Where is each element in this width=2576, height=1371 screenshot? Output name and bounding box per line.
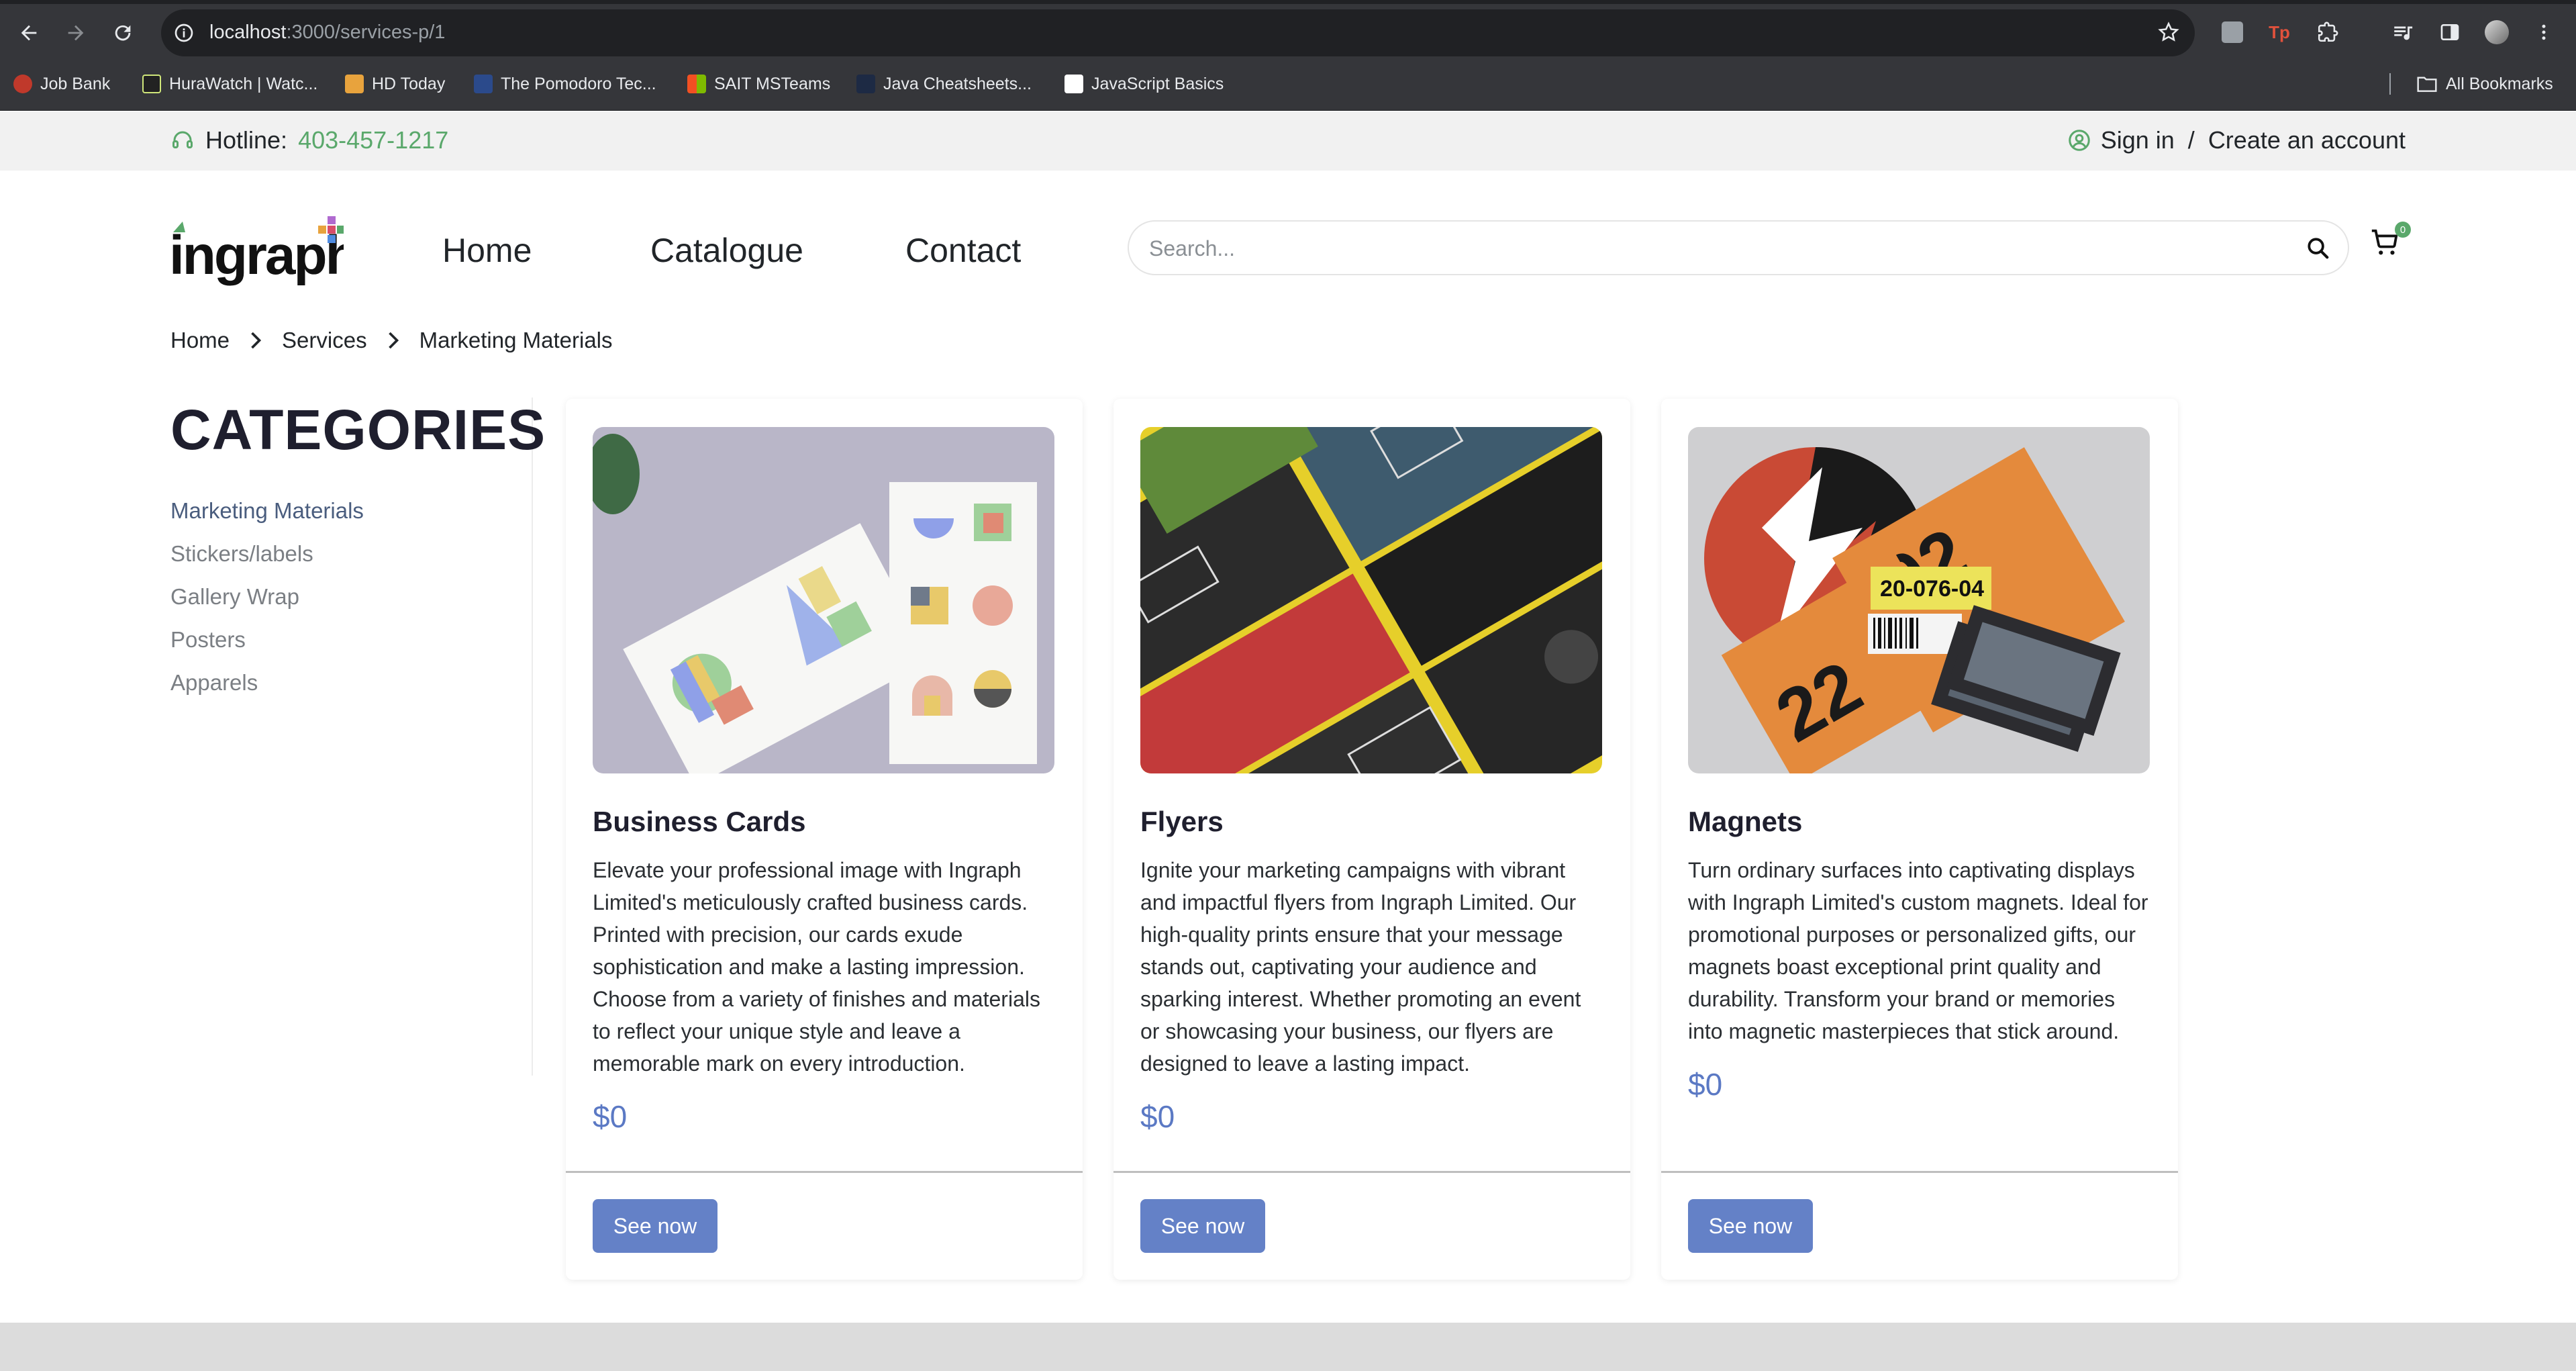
url-text: localhost:3000/services-p/1 [209, 21, 446, 43]
card-price: $0 [1140, 1099, 1175, 1134]
extension-icon-2[interactable]: Tp [2266, 19, 2293, 46]
address-bar[interactable]: localhost:3000/services-p/1 [161, 9, 2195, 56]
card-divider [1661, 1171, 2178, 1173]
back-button[interactable] [12, 16, 46, 50]
breadcrumb: Home Services Marketing Materials [170, 328, 613, 353]
top-info-bar: Hotline: 403-457-1217 Sign in / Create a… [0, 111, 2576, 171]
search-icon[interactable] [2305, 235, 2330, 264]
cart-button[interactable]: 0 [2369, 222, 2411, 267]
magnet-label-text: 20-076-04 [1880, 576, 1984, 602]
nav-catalogue[interactable]: Catalogue [650, 231, 803, 270]
card-description: Ignite your marketing campaigns with vib… [1140, 858, 1581, 1076]
hotline-label: Hotline: [205, 126, 288, 154]
java-icon [856, 75, 875, 93]
product-card-magnets: 02 22 20-076-04 Magnets Turn ordinary s [1661, 399, 2178, 1280]
headset-icon [172, 131, 193, 148]
search-input[interactable] [1149, 234, 2250, 263]
business-cards-image [593, 427, 1054, 773]
site-info-icon[interactable] [173, 22, 195, 47]
hurawatch-icon [142, 75, 161, 93]
bookmark-job-bank[interactable]: Job Bank [13, 70, 110, 97]
bookmarks-divider [2389, 73, 2391, 95]
hotline-number[interactable]: 403-457-1217 [298, 126, 448, 154]
maple-leaf-icon [13, 75, 32, 93]
product-card-flyers: Flyers Ignite your marketing campaigns w… [1113, 399, 1630, 1280]
bookmark-star-icon[interactable] [2157, 21, 2180, 47]
back-arrow-icon [21, 25, 37, 41]
profile-avatar-icon[interactable] [2483, 19, 2510, 46]
sign-in-link[interactable]: Sign in [2101, 126, 2175, 154]
chevron-right-icon [251, 332, 262, 349]
menu-kebab-icon[interactable] [2530, 19, 2557, 46]
forward-button[interactable] [59, 16, 93, 50]
flyers-image [1140, 427, 1602, 773]
media-control-icon[interactable] [2389, 19, 2416, 46]
extensions-puzzle-icon[interactable] [2314, 19, 2341, 46]
card-price: $0 [593, 1099, 628, 1134]
folder-icon [2417, 77, 2437, 92]
product-card-business-cards: Business Cards Elevate your professional… [566, 399, 1083, 1280]
windows-grid-icon [687, 75, 706, 93]
usc-icon [474, 75, 493, 93]
account-separator: / [2187, 126, 2195, 154]
nav-home[interactable]: Home [442, 231, 532, 270]
footer-bar [0, 1323, 2576, 1371]
see-now-button[interactable]: See now [593, 1199, 717, 1253]
all-bookmarks-button[interactable]: All Bookmarks [2389, 70, 2553, 97]
category-marketing-materials[interactable]: Marketing Materials [170, 489, 532, 532]
tab-strip [0, 0, 2576, 4]
card-title: Magnets [1688, 806, 1803, 837]
side-panel-icon[interactable] [2436, 19, 2463, 46]
create-account-link[interactable]: Create an account [2208, 126, 2406, 154]
card-description: Elevate your professional image with Ing… [593, 858, 1040, 1076]
category-posters[interactable]: Posters [170, 618, 532, 661]
svg-text:ingraph: ingraph [169, 225, 344, 286]
search-box [1128, 220, 2349, 275]
category-list: Marketing Materials Stickers/labels Gall… [170, 489, 532, 704]
card-divider [1113, 1171, 1630, 1173]
bookmark-sait-msteams[interactable]: SAIT MSTeams [687, 70, 830, 97]
card-price: $0 [1688, 1067, 1723, 1102]
category-apparels[interactable]: Apparels [170, 661, 532, 704]
user-circle-icon [2068, 130, 2090, 151]
card-description: Turn ordinary surfaces into captivating … [1688, 858, 2148, 1043]
bookmark-hurawatch[interactable]: HuraWatch | Watc... [142, 70, 317, 97]
card-divider [566, 1171, 1083, 1173]
bookmark-hd-today[interactable]: HD Today [345, 70, 445, 97]
category-gallery-wrap[interactable]: Gallery Wrap [170, 575, 532, 618]
reload-icon [115, 25, 131, 41]
bookmark-pomodoro[interactable]: The Pomodoro Tec... [474, 70, 656, 97]
breadcrumb-home[interactable]: Home [170, 328, 230, 353]
magnets-image: 02 22 20-076-04 [1688, 427, 2150, 773]
nav-contact[interactable]: Contact [905, 231, 1021, 270]
bookmarks-bar: Job Bank HuraWatch | Watc... HD Today Th… [0, 57, 2576, 111]
card-title: Flyers [1140, 806, 1224, 837]
categories-sidebar: CATEGORIES Marketing Materials Stickers/… [170, 397, 546, 1076]
site-header: ingraph Home Catalogue Contact 0 [0, 171, 2576, 318]
card-title: Business Cards [593, 806, 806, 837]
bookmark-javascript-basics[interactable]: JavaScript Basics [1064, 70, 1224, 97]
breadcrumb-services[interactable]: Services [282, 328, 367, 353]
bookmark-java-cheatsheets[interactable]: Java Cheatsheets... [856, 70, 1032, 97]
category-stickers-labels[interactable]: Stickers/labels [170, 532, 532, 575]
categories-title: CATEGORIES [170, 398, 546, 461]
ingraph-logo[interactable]: ingraph [169, 212, 359, 286]
see-now-button[interactable]: See now [1140, 1199, 1265, 1253]
breadcrumb-current: Marketing Materials [419, 328, 613, 352]
extension-icon-1[interactable] [2219, 19, 2246, 46]
cart-count-badge: 0 [2395, 222, 2411, 238]
hd-today-icon [345, 75, 364, 93]
account-links: Sign in / Create an account [2067, 126, 2406, 154]
forward-arrow-icon [68, 25, 84, 41]
browser-toolbar: localhost:3000/services-p/1 Tp [0, 0, 2576, 57]
see-now-button[interactable]: See now [1688, 1199, 1813, 1253]
hotline: Hotline: 403-457-1217 [170, 126, 448, 154]
reload-button[interactable] [106, 16, 140, 50]
chevron-right-icon [388, 332, 399, 349]
page-icon [1064, 75, 1083, 93]
